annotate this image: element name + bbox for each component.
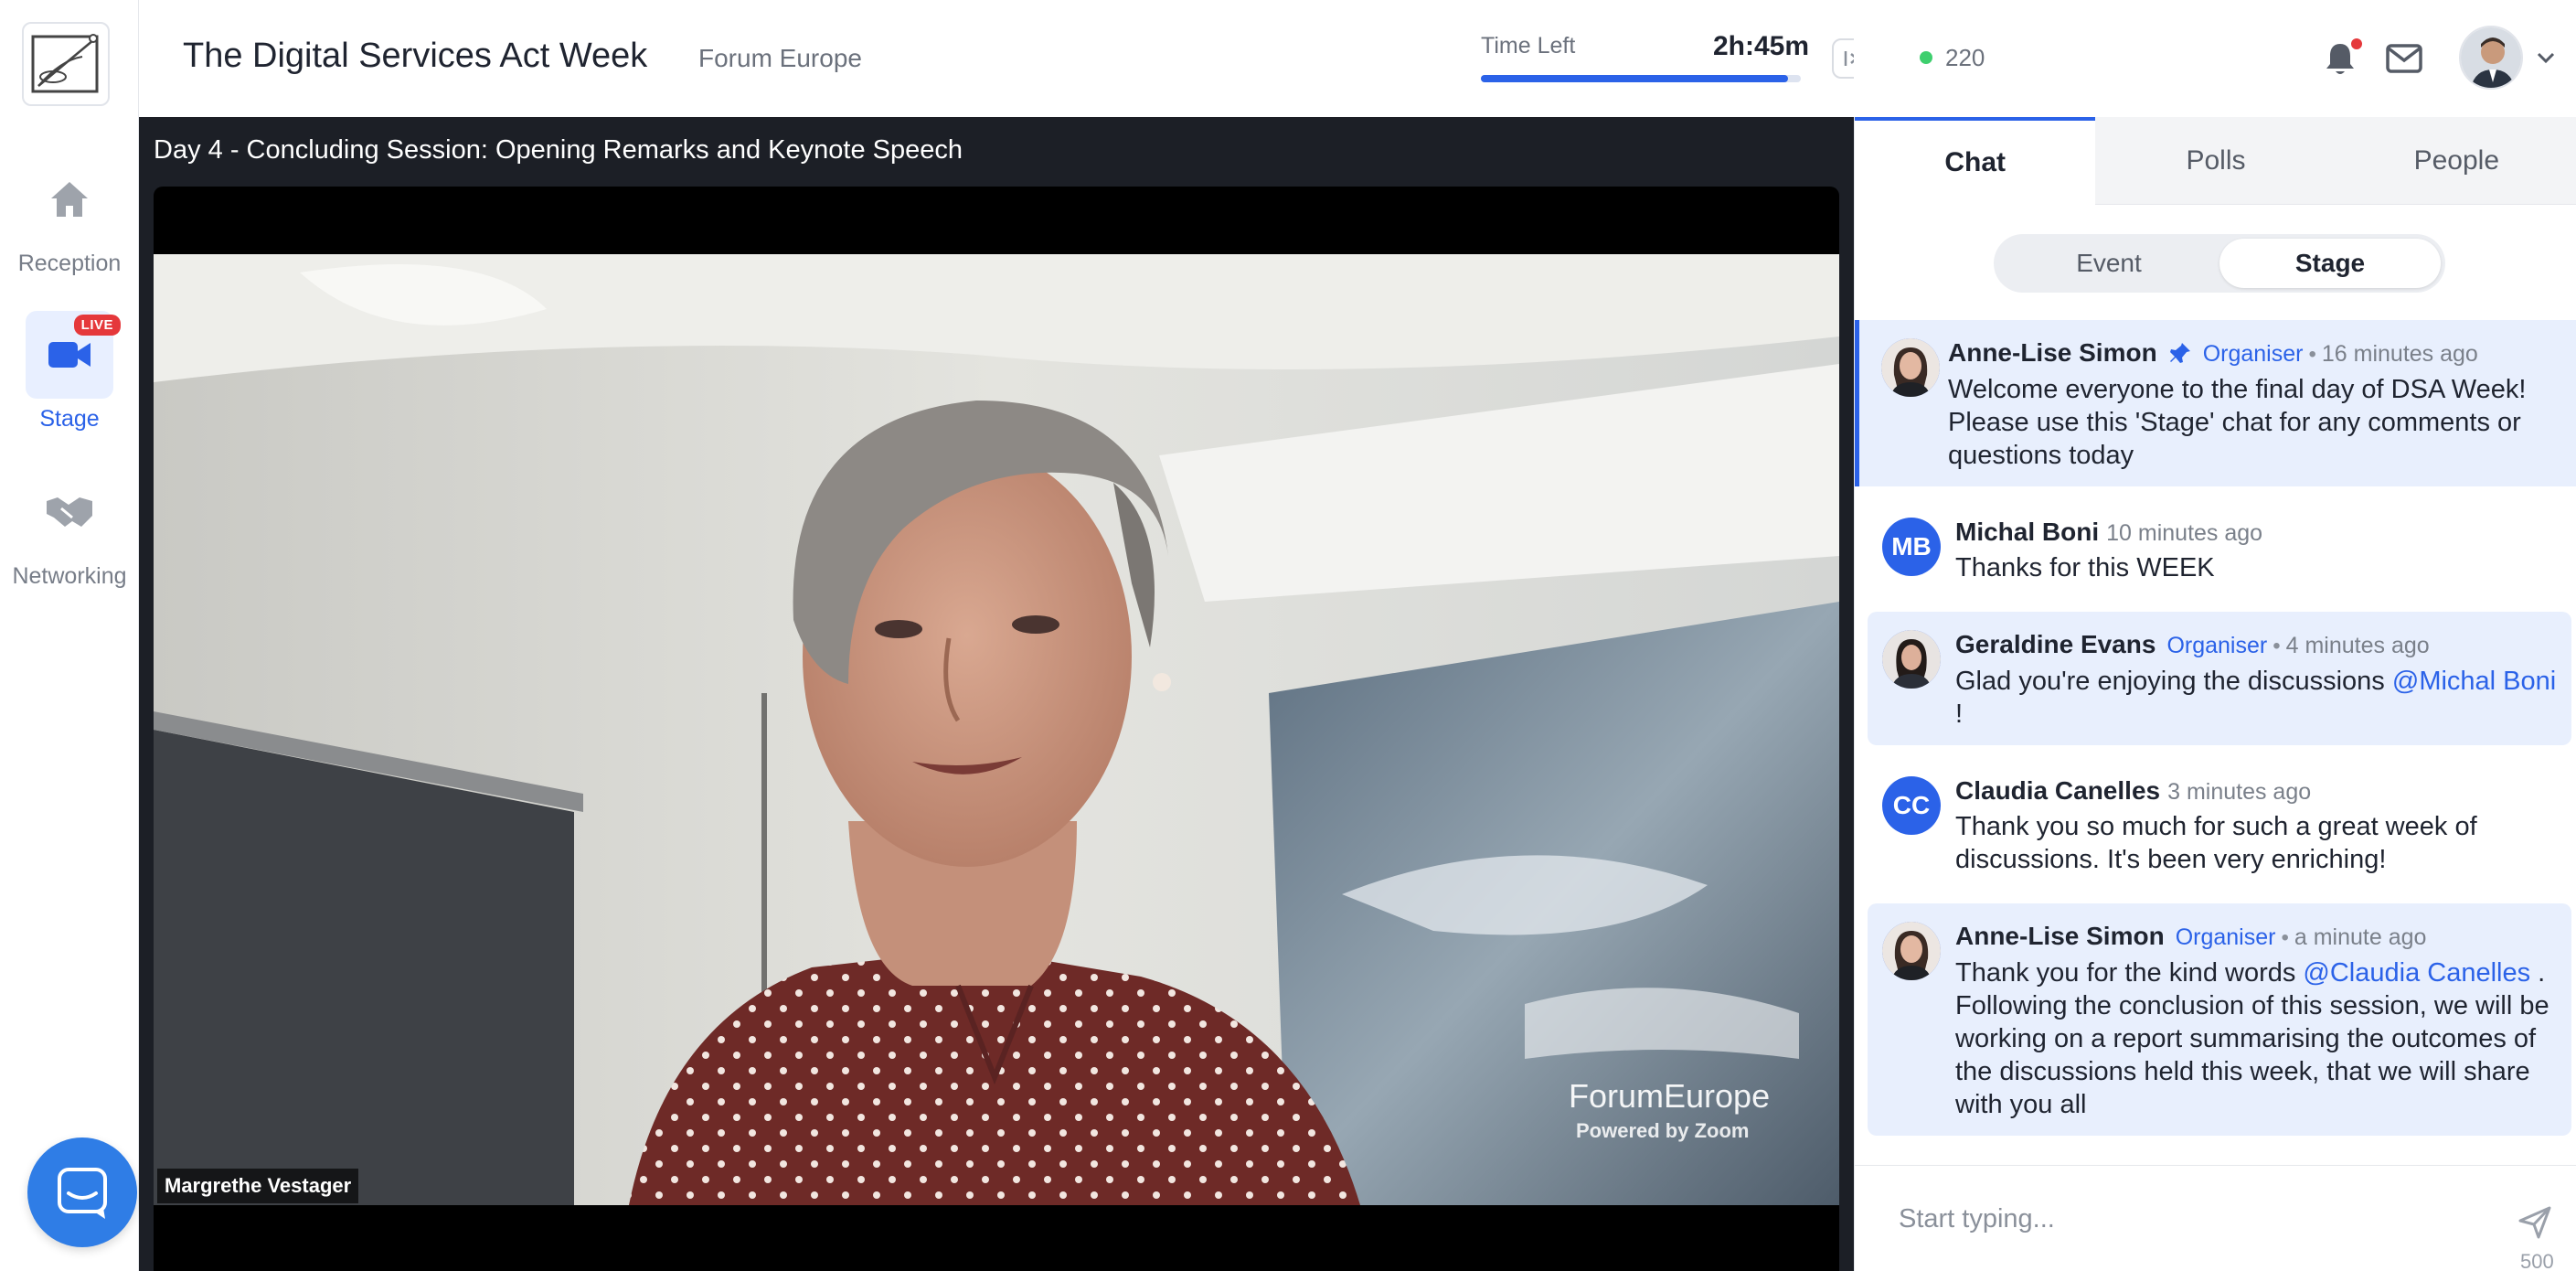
message-time: 16 minutes ago [2321, 341, 2478, 367]
panel-tabs: Chat Polls People [1855, 117, 2576, 205]
nav-label: Networking [12, 563, 127, 589]
send-icon[interactable] [2517, 1204, 2553, 1241]
live-badge: LIVE [73, 315, 121, 336]
handshake-icon [47, 497, 92, 527]
top-bar: The Digital Services Act Week Forum Euro… [139, 0, 1872, 117]
author-avatar[interactable] [1881, 338, 1940, 397]
speaker-name-label: Margrethe Vestager [157, 1169, 359, 1203]
message-time: 10 minutes ago [2106, 520, 2263, 546]
nav-item-networking[interactable]: Networking [0, 468, 139, 590]
help-chat-button[interactable] [27, 1137, 137, 1247]
speaker-video-image [154, 254, 1839, 1205]
event-title: The Digital Services Act Week [183, 37, 648, 75]
tab-polls[interactable]: Polls [2095, 117, 2336, 205]
author-avatar[interactable]: MB [1882, 518, 1941, 576]
char-limit-counter: 500 [2520, 1250, 2554, 1271]
message-time: a minute ago [2294, 924, 2427, 950]
author-avatar-image [1882, 922, 1941, 980]
author-role-badge: Organiser [2175, 924, 2276, 950]
online-count: 220 [1945, 44, 1985, 71]
user-mention-link[interactable]: @Michal Boni [2392, 667, 2556, 696]
chat-message: Geraldine Evans Organiser • 4 minutes ago G… [1868, 612, 2571, 745]
home-icon [51, 182, 88, 217]
time-left-progress-fill [1481, 75, 1788, 82]
chat-message: Anne-Lise Simon Organiser • a minute ago Th… [1868, 903, 2571, 1136]
chevron-down-icon[interactable] [2534, 46, 2558, 69]
message-text: Welcome everyone to the final day of DSA… [1948, 375, 2527, 470]
mail-icon[interactable] [2384, 40, 2424, 77]
top-bar-right: 220 [1854, 0, 2576, 117]
chat-message-input[interactable] [1899, 1201, 2465, 1237]
time-left-progress [1481, 75, 1801, 82]
nav-label: Reception [17, 251, 122, 276]
video-frame: Margrethe Vestager ForumEurope Powered b… [154, 254, 1839, 1205]
tab-people[interactable]: People [2336, 117, 2576, 205]
author-role-badge: Organiser [2166, 633, 2268, 658]
message-time: 4 minutes ago [2285, 633, 2430, 658]
side-panel: Chat Polls People Event Stage Anne-Lise … [1854, 117, 2576, 1271]
nav-label: Stage [39, 406, 100, 432]
message-text: Thank you for the kind words @Claudia Ca… [1955, 958, 2549, 1119]
chat-message: Anne-Lise Simon Organiser • 16 minutes ago … [1855, 320, 2576, 486]
chat-bubble-icon [58, 1168, 107, 1219]
segment-event[interactable]: Event [1998, 239, 2219, 288]
nav-item-stage[interactable]: LIVE Stage [0, 311, 139, 433]
time-left-label: Time Left [1481, 33, 1576, 59]
message-text: Glad you're enjoying the discussions @Mi… [1955, 667, 2557, 729]
notification-dot [2349, 37, 2364, 51]
pin-icon [2169, 343, 2190, 363]
chat-message: MB Michal Boni 10 minutes ago Thanks for … [1868, 499, 2571, 599]
message-time: 3 minutes ago [2167, 779, 2312, 805]
session-title: Day 4 - Concluding Session: Opening Rema… [154, 135, 963, 165]
author-avatar[interactable]: CC [1882, 776, 1941, 835]
chat-scope-toggle: Event Stage [1994, 234, 2445, 293]
user-avatar-icon [2461, 27, 2521, 88]
watermark-powered: Powered by Zoom [1576, 1119, 1750, 1142]
author-name[interactable]: Michal Boni [1955, 518, 2099, 546]
message-text: Thanks for this WEEK [1955, 553, 2215, 582]
author-role-badge: Organiser [2202, 341, 2304, 367]
author-name[interactable]: Anne-Lise Simon [1955, 922, 2165, 950]
online-status-dot [1920, 51, 1932, 64]
chat-composer: 500 [1855, 1165, 2576, 1271]
segment-stage[interactable]: Stage [2219, 239, 2441, 288]
stage-area: Day 4 - Concluding Session: Opening Rema… [139, 117, 1854, 1271]
watermark-brand: ForumEurope [1569, 1077, 1771, 1115]
user-avatar[interactable] [2459, 26, 2523, 90]
user-mention-link[interactable]: @Claudia Canelles [2303, 958, 2530, 988]
author-avatar-image [1882, 630, 1941, 689]
tab-chat[interactable]: Chat [1855, 117, 2096, 205]
event-logo[interactable] [22, 22, 110, 106]
author-name[interactable]: Claudia Canelles [1955, 776, 2160, 805]
author-name[interactable]: Anne-Lise Simon [1948, 338, 2157, 367]
author-avatar[interactable] [1882, 922, 1941, 980]
logo-icon [31, 34, 99, 93]
message-text: Thank you so much for such a great week … [1955, 812, 2477, 874]
chat-message: CC Claudia Canelles 3 minutes ago Thank y… [1868, 758, 2571, 891]
author-avatar-image [1881, 338, 1940, 397]
nav-item-reception[interactable]: Reception [0, 155, 139, 277]
left-rail: Reception LIVE Stage Networking [0, 0, 139, 1271]
video-camera-icon [48, 342, 90, 368]
author-name[interactable]: Geraldine Evans [1955, 630, 2156, 658]
time-left-value: 2h:45m [1713, 31, 1810, 61]
author-avatar[interactable] [1882, 630, 1941, 689]
organizer-name[interactable]: Forum Europe [698, 44, 862, 73]
video-player[interactable]: Margrethe Vestager ForumEurope Powered b… [154, 187, 1839, 1271]
chat-messages: Anne-Lise Simon Organiser • 16 minutes ago … [1855, 320, 2576, 1148]
